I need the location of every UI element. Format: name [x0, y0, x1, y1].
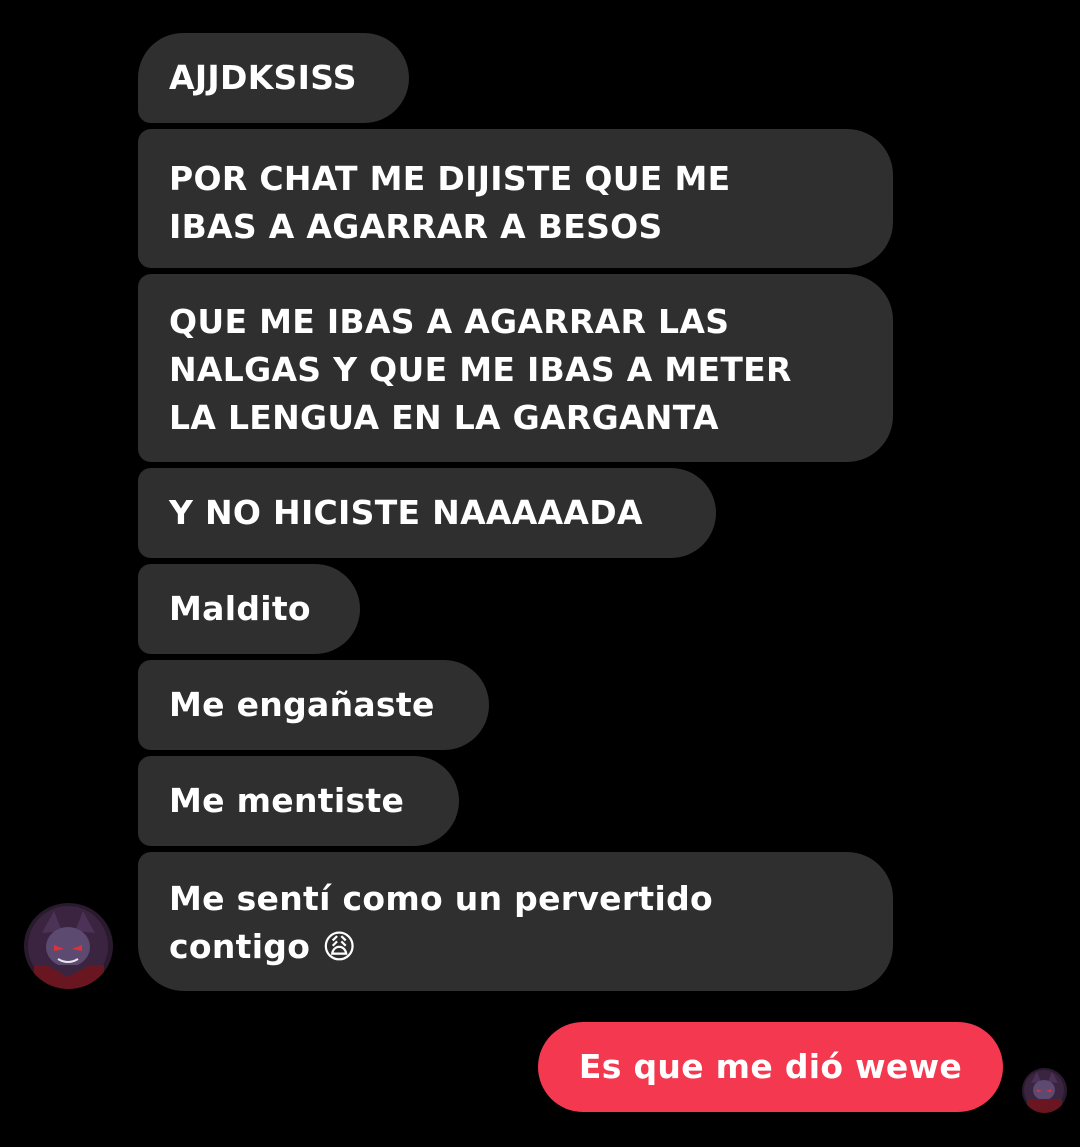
message-text-line: POR CHAT ME DIJISTE QUE ME	[169, 159, 731, 198]
received-message-bubble[interactable]: Me sentí como un pervertido contigo 😩	[138, 852, 893, 991]
message-text-line: Me sentí como un pervertido	[169, 879, 713, 918]
received-message-bubble[interactable]: Maldito	[138, 564, 360, 654]
read-receipt-avatar-icon	[1022, 1068, 1067, 1113]
message-text-line: Me mentiste	[169, 781, 405, 820]
message-text-line: IBAS A AGARRAR A BESOS	[169, 207, 663, 246]
message-text-line: LA LENGUA EN LA GARGANTA	[169, 398, 719, 437]
sent-message-bubble[interactable]: Es que me dió wewe	[538, 1022, 1003, 1112]
received-message-bubble[interactable]: AJJDKSISS	[138, 33, 409, 123]
message-text-line: NALGAS Y QUE ME IBAS A METER	[169, 350, 792, 389]
received-message-bubble[interactable]: POR CHAT ME DIJISTE QUE ME IBAS A AGARRA…	[138, 129, 893, 268]
received-message-bubble[interactable]: QUE ME IBAS A AGARRAR LAS NALGAS Y QUE M…	[138, 274, 893, 462]
message-text-line: AJJDKSISS	[169, 58, 357, 97]
received-message-bubble[interactable]: Y NO HICISTE NAAAAADA	[138, 468, 716, 558]
message-text-line: contigo 😩	[169, 927, 357, 966]
message-text: Es que me dió wewe	[578, 1047, 963, 1086]
received-message-bubble[interactable]: Me mentiste	[138, 756, 459, 846]
message-text-line: Me engañaste	[169, 685, 435, 724]
message-text-line: Maldito	[169, 589, 311, 628]
message-text-line: QUE ME IBAS A AGARRAR LAS	[169, 302, 730, 341]
received-message-bubble[interactable]: Me engañaste	[138, 660, 489, 750]
contact-avatar-icon[interactable]	[24, 903, 113, 989]
message-text-line: Y NO HICISTE NAAAAADA	[169, 493, 643, 532]
